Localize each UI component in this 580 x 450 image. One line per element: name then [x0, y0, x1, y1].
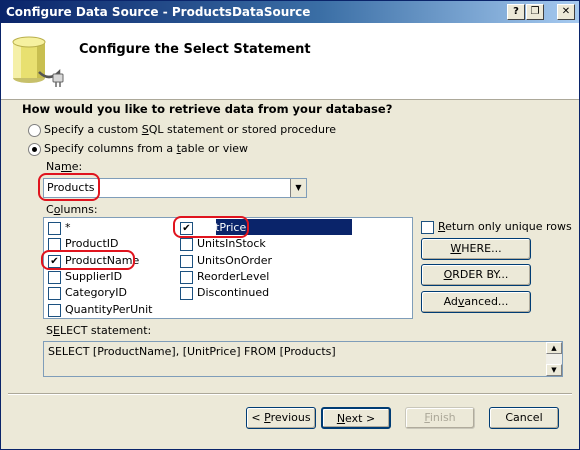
- sql-scrollbar[interactable]: ▲ ▼: [546, 342, 562, 376]
- retrieve-question: How would you like to retrieve data from…: [22, 102, 393, 116]
- order-by-button[interactable]: ORDER BY...: [421, 264, 531, 286]
- column-checkbox[interactable]: [180, 287, 193, 301]
- footer-divider: [8, 393, 572, 395]
- columns-radio-label[interactable]: Specify columns from a table or view: [44, 142, 248, 155]
- title-bar[interactable]: Configure Data Source - ProductsDataSour…: [1, 1, 579, 23]
- columns-radio[interactable]: [28, 143, 41, 156]
- unique-rows-label[interactable]: Return only unique rows: [438, 220, 572, 233]
- column-checkbox[interactable]: [48, 222, 61, 235]
- column-label: SupplierID: [65, 269, 123, 283]
- select-statement-text: SELECT [ProductName], [UnitPrice] FROM […: [48, 345, 336, 358]
- column-checkbox[interactable]: [180, 254, 193, 268]
- chevron-down-icon[interactable]: ▼: [290, 179, 306, 197]
- close-icon[interactable]: ✕: [557, 4, 575, 20]
- column-label: Discontinued: [197, 286, 270, 300]
- select-statement-label: SELECT statement:: [46, 324, 152, 337]
- window-title: Configure Data Source - ProductsDataSour…: [6, 5, 311, 19]
- select-statement-box[interactable]: SELECT [ProductName], [UnitPrice] FROM […: [43, 341, 563, 377]
- finish-button[interactable]: Finish: [405, 407, 475, 429]
- wizard-header: Configure the Select Statement: [1, 23, 579, 100]
- help-icon[interactable]: ?: [507, 4, 525, 20]
- column-label: UnitsInStock: [197, 237, 266, 251]
- column-checkbox[interactable]: [48, 287, 61, 301]
- restore-icon[interactable]: ❐: [526, 4, 544, 20]
- scroll-up-icon[interactable]: ▲: [546, 342, 562, 354]
- column-label: ProductID: [65, 237, 119, 251]
- column-checkbox[interactable]: [180, 270, 193, 284]
- name-label: Name:: [46, 160, 83, 173]
- column-checkbox[interactable]: [48, 303, 61, 317]
- column-label: ReorderLevel: [197, 269, 270, 283]
- column-checkbox[interactable]: [180, 238, 193, 252]
- database-plug-icon: [12, 36, 64, 87]
- next-button[interactable]: Next >: [321, 407, 391, 429]
- advanced-button[interactable]: Advanced...: [421, 291, 531, 313]
- scroll-down-icon[interactable]: ▼: [546, 364, 562, 376]
- page-title: Configure the Select Statement: [79, 42, 311, 57]
- column-label: *: [65, 221, 71, 234]
- highlight-productname: [41, 250, 135, 270]
- column-label: UnitsOnOrder: [197, 253, 273, 267]
- column-label: QuantityPerUnit: [65, 302, 153, 316]
- unique-rows-checkbox[interactable]: [421, 221, 434, 234]
- column-label: CategoryID: [65, 286, 127, 300]
- column-checkbox[interactable]: [48, 270, 61, 284]
- custom-sql-radio[interactable]: [28, 124, 41, 137]
- where-button[interactable]: WHERE...: [421, 238, 531, 260]
- custom-sql-label[interactable]: Specify a custom SQL statement or stored…: [44, 123, 336, 136]
- dialog-window: Configure Data Source - ProductsDataSour…: [0, 0, 580, 450]
- previous-button[interactable]: < Previous: [246, 407, 316, 429]
- highlight-unitprice: [173, 216, 249, 238]
- columns-label: Columns:: [46, 203, 98, 216]
- highlight-table-name: [38, 173, 100, 201]
- cancel-button[interactable]: Cancel: [489, 407, 559, 429]
